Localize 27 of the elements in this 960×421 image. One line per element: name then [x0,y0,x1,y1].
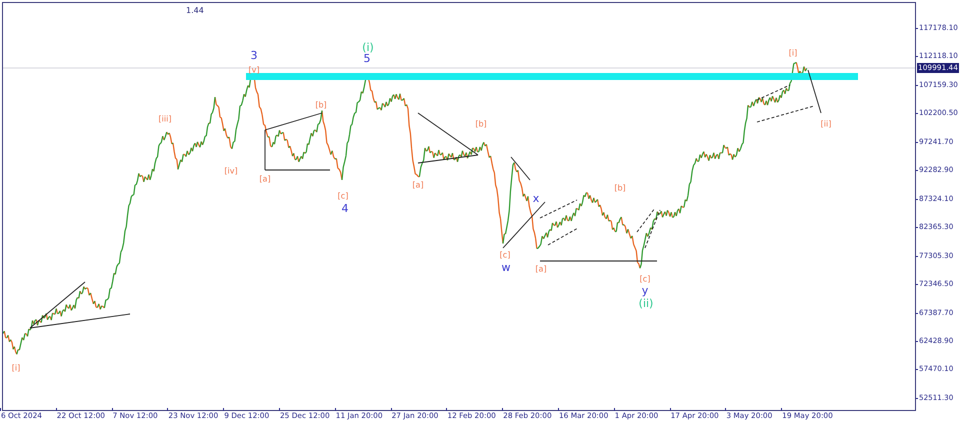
trend-line [510,156,530,180]
wave-label: [a] [535,264,547,274]
trend-line [756,84,790,100]
wave-label: 3 [250,50,258,62]
chart-title: 1.44 [186,6,204,15]
wave-label: x [532,193,540,205]
wave-label: [v] [248,66,260,74]
wave-label: [ii] [820,120,832,128]
trend-line [548,228,578,246]
wave-label: (i) [362,42,374,54]
wave-label: (ii) [638,298,654,310]
wave-label: w [502,262,510,274]
wave-label: [b] [475,120,487,128]
wave-label: [a] [259,174,271,184]
wave-label: [c] [500,250,510,260]
wave-label: 4 [342,203,348,215]
wave-label: [b] [614,184,626,192]
wave-label: 5 [364,53,370,65]
wave-label: [b] [315,100,327,110]
wave-label: [i] [788,48,798,58]
wave-label: y [642,285,648,297]
wave-label: [a] [412,180,424,190]
wave-label: [c] [338,192,348,200]
wave-label: [c] [640,274,650,284]
wave-label: [iv] [224,166,238,176]
wave-label: [iii] [158,114,172,124]
wave-label: [i] [12,364,20,372]
